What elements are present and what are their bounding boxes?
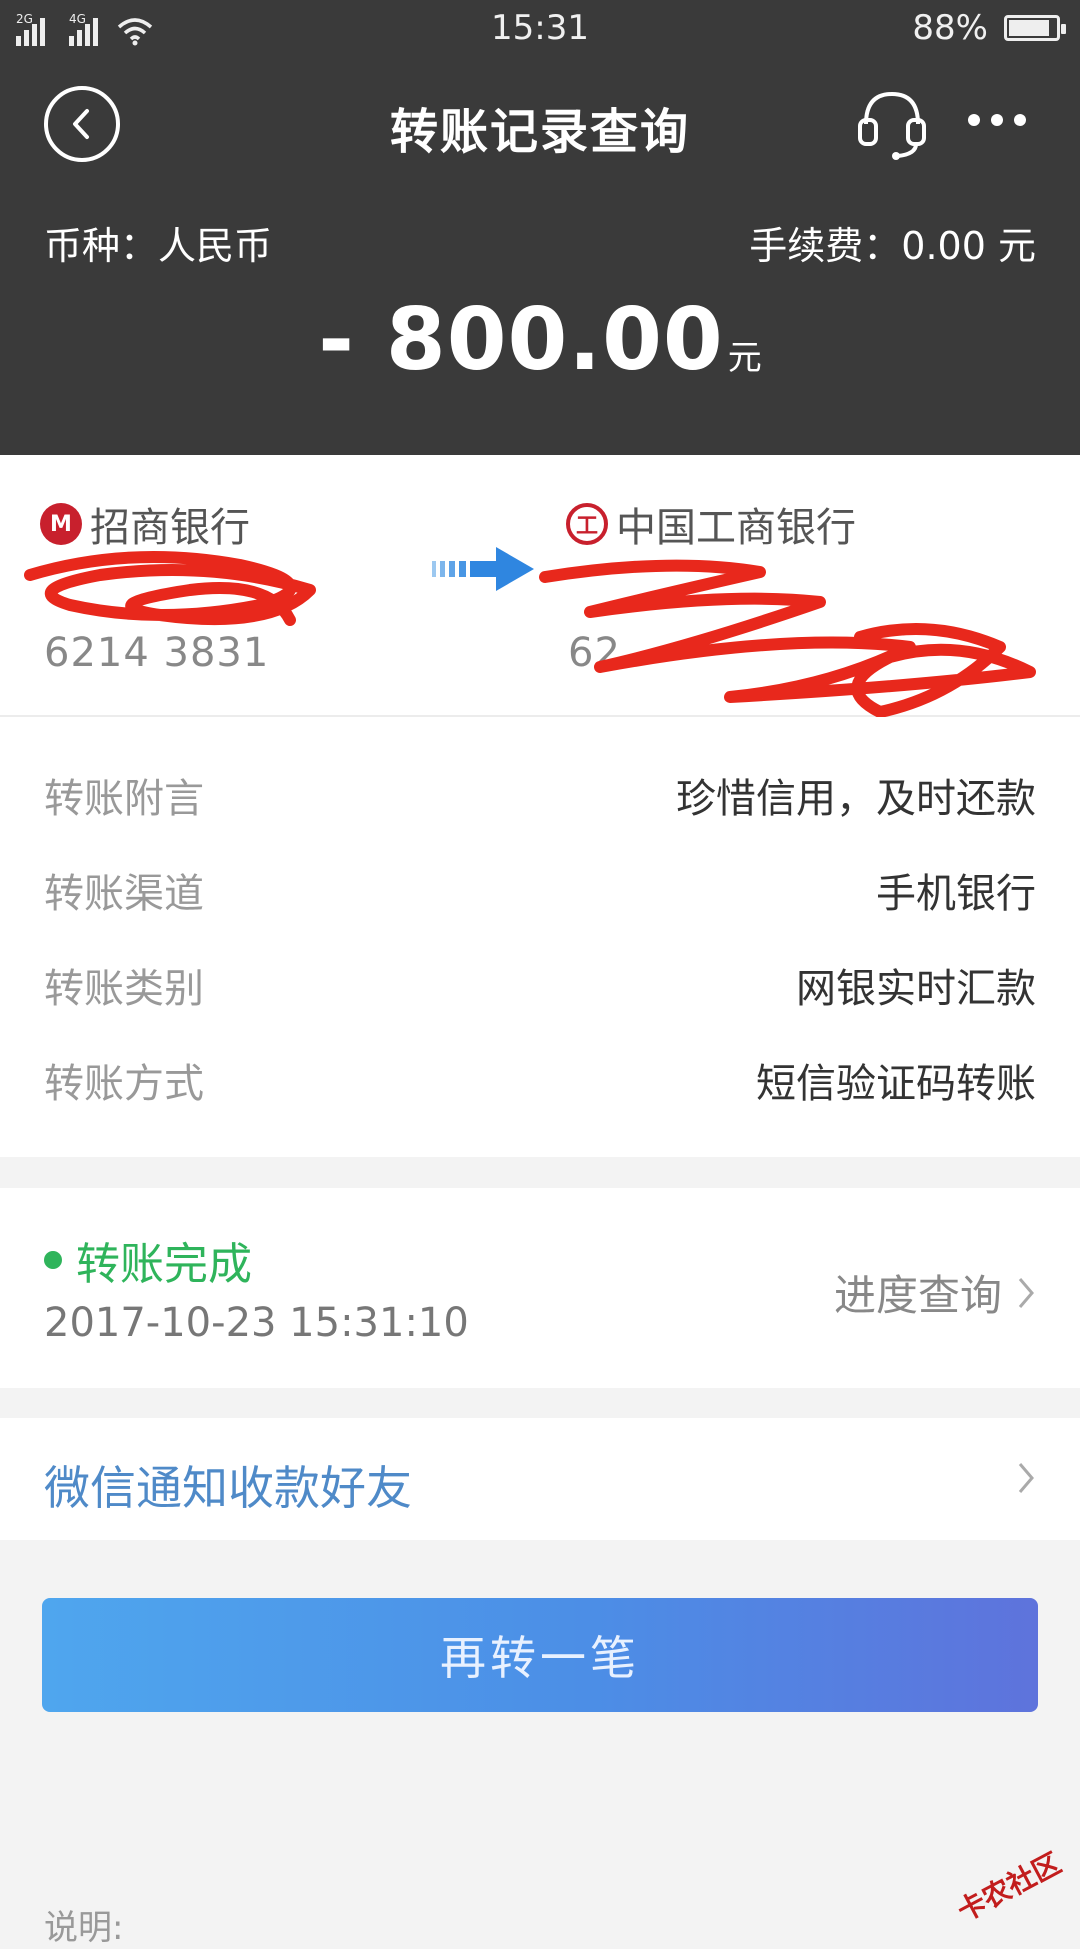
detail-row: 转账渠道 手机银行 (44, 860, 1036, 920)
transfer-parties-card: M 招商银行 6214 3831 工 中国工商银行 62 (0, 455, 1080, 717)
detail-row: 转账类别 网银实时汇款 (44, 955, 1036, 1015)
detail-row: 转账附言 珍惜信用，及时还款 (44, 765, 1036, 825)
redaction-scribble-right (539, 559, 1036, 717)
fee-label: 手续费：0.00 元 (749, 224, 1036, 268)
header-panel: 2G 4G 15:31 88% 转账记录查询 币种：人民币 手续费：0.00 元… (0, 0, 1080, 455)
detail-key: 转账渠道 (44, 871, 204, 917)
amount-unit: 元 (727, 338, 762, 378)
transfer-details: 转账附言 珍惜信用，及时还款 转账渠道 手机银行 转账类别 网银实时汇款 转账方… (0, 717, 1080, 1157)
wechat-notify-row[interactable]: 微信通知收款好友 (0, 1418, 1080, 1540)
battery-icon (1004, 15, 1066, 41)
transfer-again-button[interactable]: 再转一笔 (42, 1598, 1038, 1712)
transfer-arrow-icon (432, 547, 534, 591)
detail-key: 转账方式 (44, 1061, 204, 1107)
detail-key: 转账类别 (44, 966, 204, 1012)
watermark: 卡农社区 (948, 1835, 1076, 1934)
transfer-amount: - 800.00 元 (0, 290, 1080, 390)
currency-label: 币种：人民币 (44, 224, 273, 268)
detail-key: 转账附言 (44, 776, 204, 822)
status-timestamp: 2017-10-23 15:31:10 (44, 1300, 469, 1346)
detail-value: 手机银行 (876, 871, 1036, 917)
detail-value: 短信验证码转账 (756, 1061, 1036, 1107)
progress-query-label: 进度查询 (833, 1271, 1002, 1320)
progress-query-link[interactable]: 进度查询 (834, 1262, 1036, 1323)
status-label: 转账完成 (76, 1239, 252, 1290)
detail-row: 转账方式 短信验证码转账 (44, 1050, 1036, 1110)
chevron-right-icon (1018, 1463, 1034, 1493)
note-label: 说明: (44, 1908, 124, 1948)
transfer-status-card: 转账完成 2017-10-23 15:31:10 进度查询 (0, 1188, 1080, 1388)
more-icon[interactable] (962, 100, 1032, 140)
chevron-right-icon (1018, 1277, 1034, 1308)
redaction-scribble-left (24, 551, 316, 626)
amount-value: - 800.00 (318, 290, 724, 390)
status-indicator: 转账完成 (44, 1228, 252, 1292)
detail-value: 网银实时汇款 (796, 966, 1036, 1012)
customer-service-icon[interactable] (852, 84, 932, 164)
watermark-text: 卡农社区 (951, 1846, 1067, 1929)
status-bar: 2G 4G 15:31 88% (0, 0, 1080, 62)
success-dot-icon (44, 1251, 62, 1269)
battery-percent: 88% (912, 8, 988, 48)
wechat-notify-label: 微信通知收款好友 (44, 1461, 412, 1515)
detail-value: 珍惜信用，及时还款 (676, 776, 1036, 822)
